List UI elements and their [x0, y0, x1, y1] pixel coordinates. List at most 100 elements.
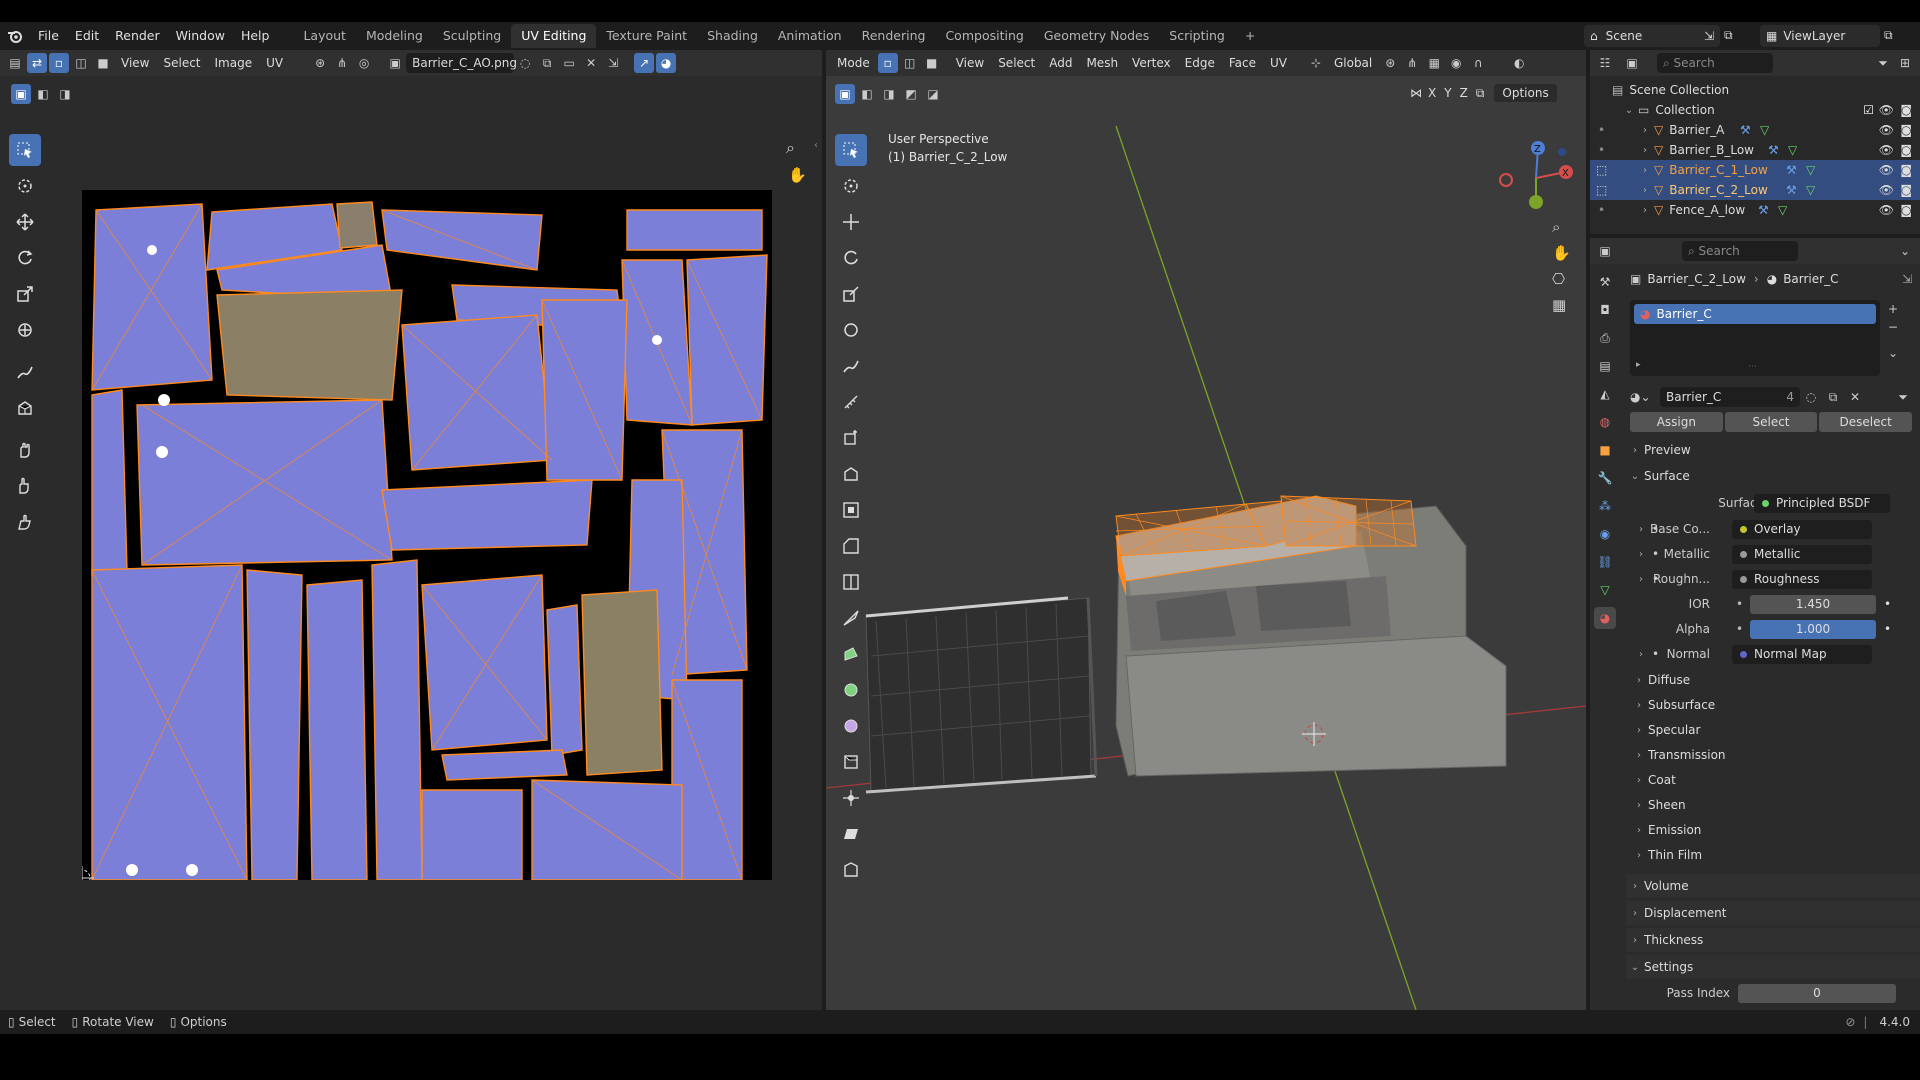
material-name-field[interactable]: Barrier_C 4: [1660, 387, 1800, 407]
navigation-gizmo[interactable]: Z X: [1496, 138, 1576, 218]
modifier-tab-icon[interactable]: 🔧: [1594, 467, 1616, 489]
add-workspace-button[interactable]: +: [1235, 24, 1265, 48]
thickness-panel-header[interactable]: › Thickness: [1626, 928, 1920, 952]
subpanel-specular[interactable]: › Specular: [1626, 718, 1920, 742]
chevron-right-icon[interactable]: ›: [1636, 145, 1654, 156]
tab-compositing[interactable]: Compositing: [935, 24, 1033, 48]
outliner-item-barrier-b-low[interactable]: • › ▽ Barrier_B_Low ⚒ ▽ 👁 ◙: [1590, 140, 1920, 160]
base-color-field[interactable]: Overlay: [1732, 519, 1872, 539]
pivot-icon[interactable]: ⊛: [310, 53, 330, 73]
pivot-point-icon[interactable]: ⊛: [1380, 53, 1400, 73]
edge-slide-tool-icon[interactable]: [835, 746, 867, 778]
modifier-wrench-icon[interactable]: ⚒: [1786, 163, 1797, 177]
snap-toggle-icon[interactable]: ⋔: [1402, 53, 1422, 73]
modifier-wrench-icon[interactable]: ⚒: [1740, 123, 1751, 137]
falloff-icon[interactable]: ∩: [1468, 53, 1488, 73]
vp-menu-edge[interactable]: Edge: [1178, 52, 1222, 74]
vp-menu-face[interactable]: Face: [1222, 52, 1263, 74]
resize-grip-icon[interactable]: ⋯: [1748, 362, 1757, 372]
world-tab-icon[interactable]: ◍: [1594, 411, 1616, 433]
subpanel-transmission[interactable]: › Transmission: [1626, 743, 1920, 767]
subpanel-emission[interactable]: › Emission: [1626, 818, 1920, 842]
pin-icon[interactable]: ⇲: [1902, 272, 1912, 286]
view-layer-tab-icon[interactable]: ▤: [1594, 355, 1616, 377]
vp-menu-view[interactable]: View: [949, 52, 991, 74]
vp-measure-tool-icon[interactable]: [835, 386, 867, 418]
poly-build-tool-icon[interactable]: [835, 638, 867, 670]
outliner-item-fence-a-low[interactable]: • › ▽ Fence_A_low ⚒ ▽ 👁 ◙: [1590, 200, 1920, 220]
move-tool-icon[interactable]: [9, 206, 41, 238]
properties-editor-type-icon[interactable]: ▣: [1595, 241, 1615, 261]
mesh-data-icon[interactable]: ▽: [1788, 143, 1797, 157]
menu-file[interactable]: File: [30, 22, 67, 50]
chevron-right-icon[interactable]: ›: [1632, 549, 1650, 560]
editor-type-icon[interactable]: ▤: [5, 53, 25, 73]
inset-tool-icon[interactable]: [835, 494, 867, 526]
subpanel-coat[interactable]: › Coat: [1626, 768, 1920, 792]
edit-dot-icon[interactable]: •: [1598, 203, 1605, 217]
uv-menu-uv[interactable]: UV: [259, 52, 290, 74]
vp-pan-icon[interactable]: ✋: [1552, 244, 1571, 262]
orientation-icon[interactable]: ⊹: [1306, 53, 1326, 73]
chevron-right-icon[interactable]: ›: [1636, 205, 1654, 216]
annotate-tool-icon[interactable]: [9, 356, 41, 388]
volume-panel-header[interactable]: › Volume: [1626, 874, 1920, 898]
face-select-icon[interactable]: ■: [93, 53, 113, 73]
chevron-right-icon[interactable]: ›: [1632, 574, 1650, 585]
rotate-tool-icon[interactable]: [9, 242, 41, 274]
new-view-layer-icon[interactable]: ⧉: [1884, 28, 1893, 43]
tab-rendering[interactable]: Rendering: [852, 24, 936, 48]
edit-mode-icon[interactable]: ⬚: [1596, 163, 1607, 177]
select-box-tool-icon[interactable]: [9, 134, 41, 166]
edge-select-icon[interactable]: ◫: [71, 53, 91, 73]
tab-uv-editing[interactable]: UV Editing: [511, 24, 597, 48]
menu-help[interactable]: Help: [233, 22, 278, 50]
eye-icon[interactable]: 👁: [1879, 183, 1894, 197]
uv-sync-icon[interactable]: ⇄: [27, 53, 47, 73]
mesh-data-icon[interactable]: ▽: [1806, 163, 1815, 177]
mesh-data-icon[interactable]: ▽: [1806, 183, 1815, 197]
camera-icon[interactable]: ◙: [1900, 203, 1912, 217]
perspective-toggle-icon[interactable]: ▦: [1552, 296, 1571, 314]
tab-geometry-nodes[interactable]: Geometry Nodes: [1034, 24, 1159, 48]
new-scene-icon[interactable]: ⧉: [1724, 28, 1733, 43]
vp-transform-tool-icon[interactable]: [835, 314, 867, 346]
snap-icon[interactable]: ⋔: [332, 53, 352, 73]
viewport-scene[interactable]: [826, 76, 1586, 1010]
fake-user-icon[interactable]: ◌: [515, 53, 535, 73]
vp-rotate-tool-icon[interactable]: [835, 242, 867, 274]
keyframe-dot-icon[interactable]: •: [1884, 622, 1891, 636]
fake-user-shield-icon[interactable]: ◌: [1801, 387, 1821, 407]
outliner-item-barrier-c-1-low[interactable]: ⬚ › ▽ Barrier_C_1_Low ⚒ ▽ 👁 ◙: [1590, 160, 1920, 180]
pin-icon[interactable]: ⇲: [1704, 29, 1714, 43]
scale-tool-icon[interactable]: [9, 278, 41, 310]
assign-button[interactable]: Assign: [1630, 412, 1723, 432]
relax-tool-icon[interactable]: [9, 470, 41, 502]
menu-edit[interactable]: Edit: [67, 22, 107, 50]
material-slot-list[interactable]: ◕ Barrier_C ▸ ⋯: [1630, 300, 1880, 376]
bevel-tool-icon[interactable]: [835, 530, 867, 562]
tab-scripting[interactable]: Scripting: [1159, 24, 1235, 48]
mesh-data-icon[interactable]: ▽: [1760, 123, 1769, 137]
chevron-down-icon[interactable]: ⌄: [1620, 105, 1638, 116]
tab-texture-paint[interactable]: Texture Paint: [596, 24, 697, 48]
vp-annotate-tool-icon[interactable]: [835, 350, 867, 382]
uv-gizmo-icon[interactable]: ↗: [634, 53, 655, 73]
add-cube-tool-icon[interactable]: [835, 422, 867, 454]
preview-panel-header[interactable]: › Preview: [1626, 438, 1920, 462]
duplicate-material-icon[interactable]: ⧉: [1823, 387, 1843, 407]
keyframe-dot-icon[interactable]: •: [1884, 597, 1891, 611]
outliner-item-barrier-c-2-low[interactable]: ⬚ › ▽ Barrier_C_2_Low ⚒ ▽ 👁 ◙: [1590, 180, 1920, 200]
mode-dropdown[interactable]: Mode: [830, 52, 877, 74]
expand-arrow-icon[interactable]: ▸: [1636, 360, 1641, 370]
edit-dot-icon[interactable]: •: [1598, 123, 1605, 137]
outliner-scene-collection[interactable]: ▤ Scene Collection: [1590, 80, 1920, 100]
pass-index-field[interactable]: 0: [1738, 983, 1896, 1003]
render-tab-icon[interactable]: ◘: [1594, 299, 1616, 321]
surface-panel-header[interactable]: ⌄ Surface: [1626, 464, 1920, 488]
edit-dot-icon[interactable]: •: [1598, 143, 1605, 157]
tab-animation[interactable]: Animation: [768, 24, 852, 48]
snap-target-icon[interactable]: ▦: [1424, 53, 1444, 73]
select-new-icon[interactable]: ▣: [11, 84, 31, 104]
pinch-tool-icon[interactable]: [9, 506, 41, 538]
